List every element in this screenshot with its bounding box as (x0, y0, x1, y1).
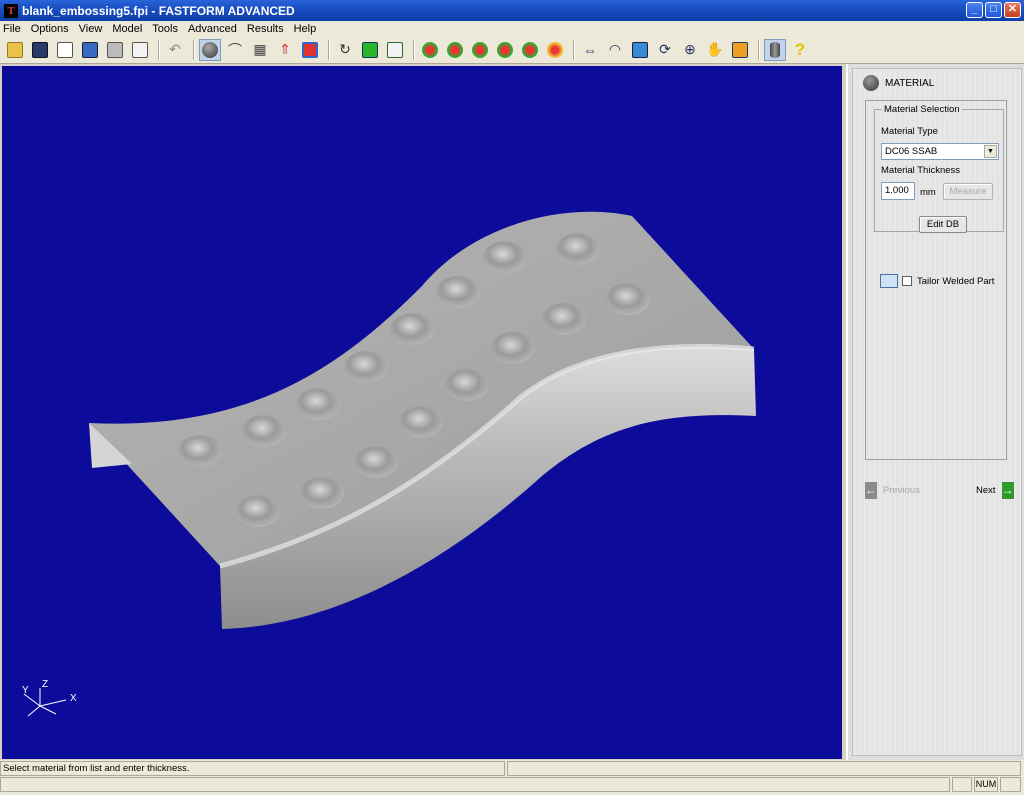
embossed-blank-model (23, 211, 756, 717)
menu-bar: File Options View Model Tools Advanced R… (0, 21, 1024, 36)
axis-label-y: Y (22, 685, 29, 696)
mesh-icon[interactable]: ▦ (249, 39, 271, 61)
close-button[interactable]: ✕ (1004, 2, 1021, 18)
open-folder-icon[interactable] (4, 39, 26, 61)
cube-icon[interactable] (629, 39, 651, 61)
panel-header: MATERIAL (863, 73, 934, 93)
menu-results[interactable]: Results (247, 23, 284, 35)
material-icon (863, 75, 879, 91)
status-message: Select material from list and enter thic… (0, 761, 505, 776)
measure-button[interactable]: Measure (943, 183, 993, 200)
globe-view-xy-icon[interactable] (469, 39, 491, 61)
maximize-button[interactable]: □ (985, 2, 1002, 18)
material-type-select[interactable]: DC06 SSAB ▼ (881, 143, 999, 160)
camera-icon[interactable] (79, 39, 101, 61)
menu-view[interactable]: View (79, 23, 103, 35)
model-viewport[interactable]: Y Z X (2, 66, 842, 759)
axis-label-z: Z (42, 679, 49, 690)
green-square-icon[interactable] (359, 39, 381, 61)
axis-labels: Y Z X (20, 678, 80, 723)
menu-file[interactable]: File (3, 23, 21, 35)
material-type-value: DC06 SSAB (885, 146, 938, 157)
measure-arc-icon[interactable]: ◠ (604, 39, 626, 61)
fit-horizontal-icon[interactable]: ⇔ (579, 39, 601, 61)
material-selection-group: Material Selection Material Type DC06 SS… (874, 104, 1004, 233)
spin-icon[interactable]: ⟳ (654, 39, 676, 61)
chevron-down-icon[interactable]: ▼ (984, 145, 997, 158)
print-preview-icon[interactable] (129, 39, 151, 61)
toolbar-separator (413, 39, 415, 60)
toolbar-separator (193, 39, 195, 60)
menu-model[interactable]: Model (112, 23, 142, 35)
menu-tools[interactable]: Tools (152, 23, 178, 35)
toolbar-separator (758, 39, 760, 60)
undo-icon[interactable]: ↶ (164, 39, 186, 61)
profile-icon[interactable] (384, 39, 406, 61)
status-pane-3 (0, 777, 950, 792)
app-icon[interactable]: T (4, 3, 18, 18)
toolbar-separator (158, 39, 160, 60)
unit-label: mm (920, 187, 936, 198)
globe-view-yz-icon[interactable] (444, 39, 466, 61)
num-lock-indicator: NUM (974, 777, 998, 792)
toolbar-separator (573, 39, 575, 60)
blankholder-icon[interactable] (299, 39, 321, 61)
thickness-input[interactable]: 1.000 (881, 182, 915, 200)
toolbar: ↶ ⌒ ▦ ⇑ ↻ ⇔ ◠ ⟳ ⊕ ✋ ? (0, 36, 1024, 64)
help-icon[interactable]: ? (789, 39, 811, 61)
direction-icon[interactable]: ⇑ (274, 39, 296, 61)
curve-icon[interactable]: ⌒ (224, 39, 246, 61)
title-bar: T blank_embossing5.fpi - FASTFORM ADVANC… (0, 0, 1024, 21)
next-button[interactable]: Next (976, 485, 996, 496)
globe-view-xz-icon[interactable] (419, 39, 441, 61)
zoom-icon[interactable]: ⊕ (679, 39, 701, 61)
status-pane-4 (952, 777, 972, 792)
copy-icon[interactable] (54, 39, 76, 61)
panel-title: MATERIAL (885, 77, 935, 89)
globe-view-more-icon[interactable] (544, 39, 566, 61)
cylinder-icon[interactable] (764, 38, 786, 61)
tailor-welded-label: Tailor Welded Part (917, 275, 995, 287)
menu-advanced[interactable]: Advanced (188, 23, 237, 35)
window-title: blank_embossing5.fpi - FASTFORM ADVANCED (22, 3, 295, 18)
tailor-welded-row: Tailor Welded Part (880, 274, 994, 288)
rotate-icon[interactable]: ↻ (334, 39, 356, 61)
next-arrow-icon[interactable]: → (1001, 481, 1014, 499)
globe-view-x-icon[interactable] (494, 39, 516, 61)
material-thickness-label: Material Thickness (881, 165, 961, 176)
wizard-navigation: ← Previous Next → (865, 477, 1014, 503)
material-icon[interactable] (199, 38, 221, 61)
previous-button[interactable]: Previous (883, 485, 920, 496)
toolbar-separator (328, 39, 330, 60)
close-box-icon[interactable] (729, 39, 751, 61)
material-type-label: Material Type (881, 126, 938, 137)
pan-hand-icon[interactable]: ✋ (704, 39, 726, 61)
menu-help[interactable]: Help (294, 23, 317, 35)
status-bar: Select material from list and enter thic… (0, 760, 1024, 795)
axis-label-x: X (70, 693, 77, 704)
print-icon[interactable] (104, 39, 126, 61)
window-controls: _ □ ✕ (966, 2, 1021, 18)
previous-arrow-icon[interactable]: ← (865, 481, 877, 499)
tailor-welded-icon (880, 274, 898, 288)
group-title: Material Selection (882, 104, 962, 115)
menu-options[interactable]: Options (31, 23, 69, 35)
save-icon[interactable] (29, 39, 51, 61)
status-pane-2 (507, 761, 1021, 776)
panel-body: MATERIAL Material Selection Material Typ… (852, 68, 1022, 756)
tailor-welded-checkbox[interactable] (902, 276, 912, 286)
side-panel: MATERIAL Material Selection Material Typ… (846, 64, 1024, 760)
edit-db-button[interactable]: Edit DB (919, 216, 967, 233)
minimize-button[interactable]: _ (966, 2, 983, 18)
globe-view-y-icon[interactable] (519, 39, 541, 61)
material-section: Material Selection Material Type DC06 SS… (865, 100, 1007, 460)
status-pane-6 (1000, 777, 1021, 792)
